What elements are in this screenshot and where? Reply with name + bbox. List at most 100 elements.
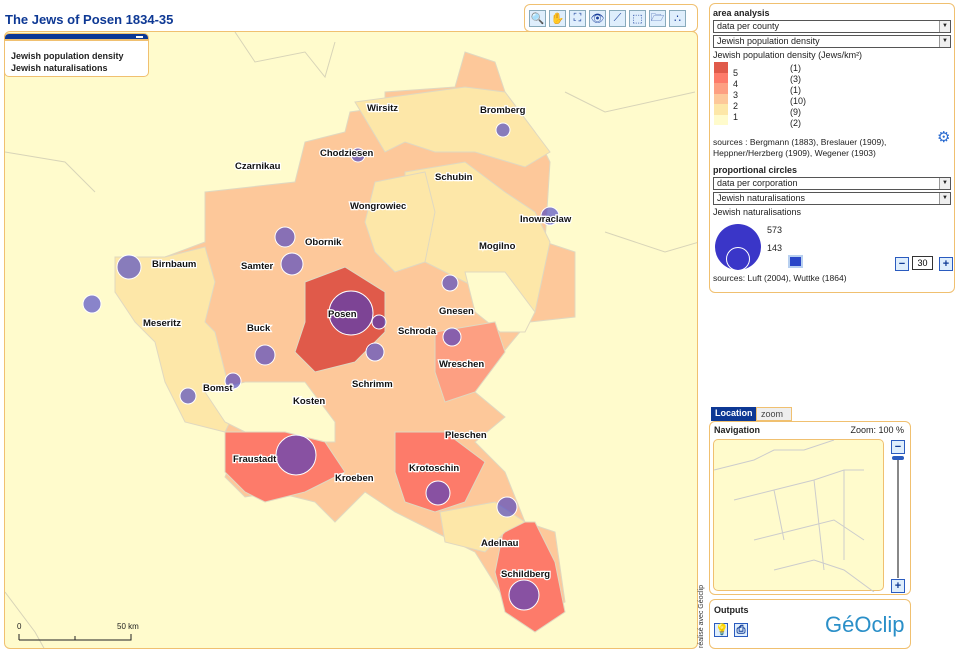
scale-bar [18,634,132,641]
map-label[interactable]: Schroda [397,325,438,339]
legend-break: 4 [733,79,739,89]
naturalisation-circle[interactable] [425,480,451,506]
naturalisation-circle[interactable] [508,579,540,611]
zoom-tool-icon[interactable]: 🔍 [529,9,546,27]
naturalisation-circle[interactable] [274,226,296,248]
circle-color-picker[interactable] [788,255,803,268]
zoom-slider-track[interactable] [897,458,899,578]
geoclip-logo: GéOclip [825,612,905,637]
points-toggle-icon[interactable]: ∴ [669,9,686,27]
map-label[interactable]: Chodziesen [319,147,375,161]
zoom-level: Zoom: 100 % [850,425,904,435]
zoom-in-button[interactable]: + [891,579,905,593]
map-label[interactable]: Bomst [202,382,235,396]
map-label[interactable]: Fraustadt [232,453,279,467]
naturalisation-circle[interactable] [82,294,102,314]
area-variable-select[interactable]: Jewish population density ▼ [713,35,951,48]
map-toolbar: 🔍 ✋ ⛶ 👁 ⟋ ⬚ 🗁 ∴ [524,4,698,32]
map-label[interactable]: Gnesen [438,305,476,319]
legend-count: (10) [790,96,807,106]
naturalisation-circle[interactable] [254,344,276,366]
layer-item-density[interactable]: Jewish population density [5,50,148,62]
pan-hand-icon[interactable]: ✋ [549,9,566,27]
naturalisation-circle[interactable] [280,252,304,276]
naturalisation-circle[interactable] [496,496,518,518]
lightbulb-icon[interactable]: 💡 [714,623,729,637]
outputs-panel: Outputs 💡 ⎙ GéOclip [709,599,911,649]
naturalisation-circle[interactable] [116,254,142,280]
layer-item-naturalisations[interactable]: Jewish naturalisations [5,62,148,74]
map-label[interactable]: Buck [246,322,272,336]
density-sources: sources : Bergmann (1883), Breslauer (19… [713,137,887,158]
map-label[interactable]: Kroeben [334,472,375,486]
binoculars-icon[interactable]: 👁 [589,9,606,27]
legend-count: (3) [790,74,801,84]
tab-zoom[interactable]: zoom [756,407,792,421]
map-label[interactable]: Birnbaum [151,258,198,272]
naturalisation-circle[interactable] [495,122,511,138]
map-label[interactable]: Pleschen [444,429,488,443]
map-label[interactable]: Samter [240,260,275,274]
naturalisation-circle[interactable] [442,327,462,347]
area-level-select[interactable]: data per county ▼ [713,20,951,33]
map-label[interactable]: Bromberg [479,104,527,118]
map-label[interactable]: Inowraclaw [519,213,573,227]
map-label[interactable]: Adelnau [480,537,520,551]
circles-level-select[interactable]: data per corporation ▼ [713,177,951,190]
map-label[interactable]: Schildberg [500,568,552,582]
collapse-bar[interactable] [5,34,148,41]
legend-swatch [714,72,728,83]
map-label[interactable]: Wreschen [438,358,486,372]
map-label[interactable]: Kosten [292,395,327,409]
layer-list-panel: Jewish population density Jewish natural… [4,33,149,77]
map-canvas[interactable]: Wirsitz Bromberg Chodziesen Czarnikau Schubi… [4,31,698,649]
dropdown-arrow-icon[interactable]: ▼ [939,193,950,204]
scale-end: 50 km [117,622,139,631]
dropdown-arrow-icon[interactable]: ▼ [939,36,950,47]
zoom-slider-handle[interactable] [892,456,904,460]
map-label[interactable]: Wongrowiec [349,200,408,214]
settings-gear-icon[interactable]: ⚙ [937,128,950,146]
overview-map[interactable] [713,439,884,593]
navigation-title: Navigation [714,425,761,435]
legend-break: 5 [733,68,739,78]
naturalisation-circle[interactable] [275,434,317,476]
map-label[interactable]: Czarnikau [234,160,282,174]
map-label[interactable]: Meseritz [142,317,183,331]
dropdown-arrow-icon[interactable]: ▼ [939,21,950,32]
zoom-out-button[interactable]: − [891,440,905,454]
print-icon[interactable]: ⎙ [734,623,748,637]
tab-location[interactable]: Location [711,407,757,421]
map-label[interactable]: Mogilno [478,240,517,254]
map-label[interactable]: Schrimm [351,378,394,392]
map-label[interactable]: Schubin [434,171,474,185]
full-extent-icon[interactable]: ⛶ [569,9,586,27]
naturalisation-circle[interactable] [371,314,387,330]
naturalisation-circle[interactable] [441,274,459,292]
map-label[interactable]: Obornik [304,236,344,250]
naturalisation-circle[interactable] [365,342,385,362]
map-label[interactable]: Wirsitz [366,102,400,116]
decrease-size-button[interactable]: − [895,257,909,271]
dropdown-arrow-icon[interactable]: ▼ [939,178,950,189]
map-label[interactable]: Posen [327,308,358,322]
minimize-icon[interactable] [136,36,143,38]
legend-swatch [714,114,728,125]
analysis-panel: area analysis data per county ▼ Jewish po… [709,3,955,293]
select-area-icon[interactable]: ⬚ [629,9,646,27]
map-label[interactable]: Krotoschin [408,462,461,476]
legend-break: 1 [733,112,739,122]
density-legend: (1) (3) (1) (10) (9) (2) 5 4 3 2 1 [714,62,954,134]
circles-variable-select[interactable]: Jewish naturalisations ▼ [713,192,951,205]
open-folder-icon[interactable]: 🗁 [649,9,666,27]
measure-icon[interactable]: ⟋ [609,9,626,27]
legend-break: 3 [733,90,739,100]
legend-count: (2) [790,118,801,128]
area-level-value: data per county [717,21,780,31]
min-circle [726,247,750,271]
legend-count: (9) [790,107,801,117]
naturalisation-circle[interactable] [179,387,197,405]
increase-size-button[interactable]: + [939,257,953,271]
size-input[interactable]: 30 [912,256,933,270]
legend-swatch [714,104,728,115]
